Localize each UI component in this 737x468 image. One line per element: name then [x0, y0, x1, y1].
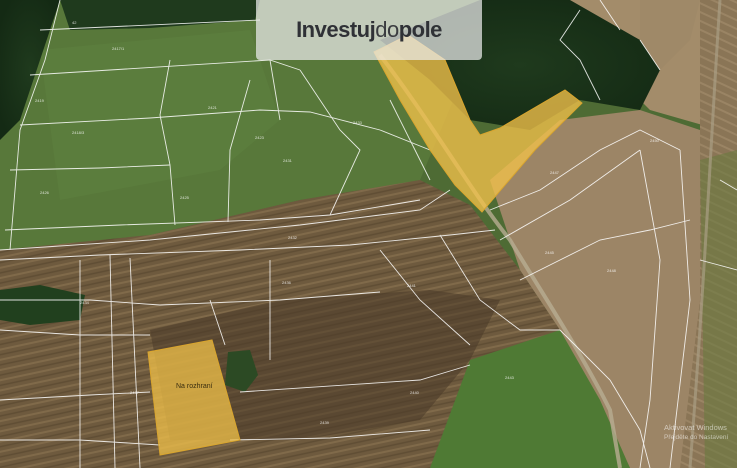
watermark-line-2: Přejděte do Nastavení: [664, 434, 729, 441]
aerial-imagery: [0, 0, 737, 468]
parcel-name-label: Na rozhraní: [176, 383, 213, 390]
logo-wordmark: Investujdopole: [296, 17, 442, 42]
watermark-line-1: Aktivovat Windows: [664, 423, 727, 432]
cadastral-map[interactable]: 42 2417/1 2419 2421 2418/3 2423 2426 242…: [0, 0, 737, 468]
brand-logo[interactable]: Investujdopole: [256, 0, 482, 60]
windows-activation-watermark: Aktivovat Windows Přejděte do Nastavení: [664, 423, 728, 443]
